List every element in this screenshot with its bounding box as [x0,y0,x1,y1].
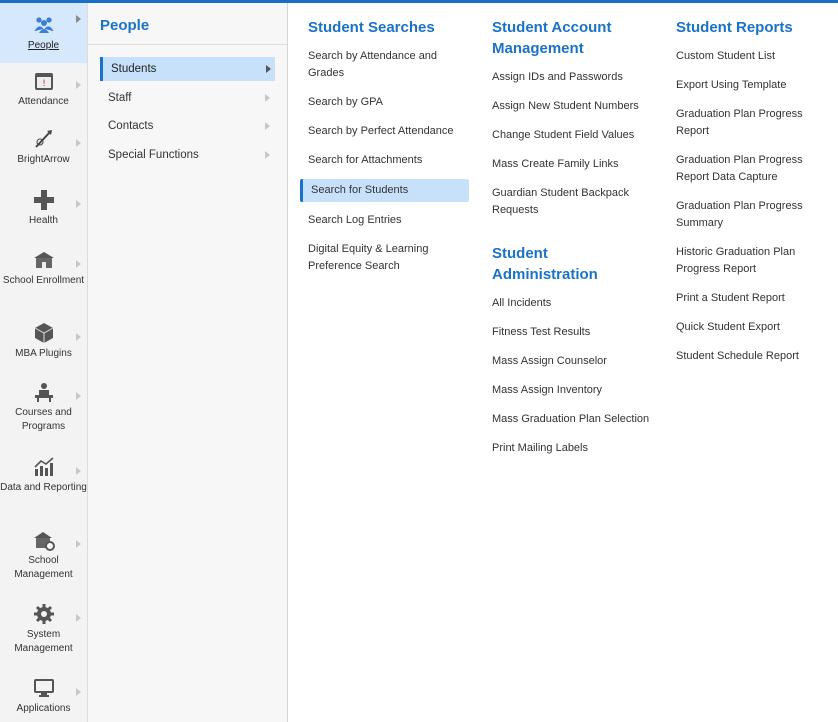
link-graduation-plan-progress-report[interactable]: Graduation Plan Progress Report [676,104,826,142]
link-assign-new-student-numbers[interactable]: Assign New Student Numbers [492,96,657,117]
nav-applications-label: Applications [16,703,71,714]
gear-icon [33,604,54,624]
link-search-gpa[interactable]: Search by GPA [308,92,473,113]
link-fitness-test-results[interactable]: Fitness Test Results [492,322,657,343]
school-gear-icon [33,532,55,551]
chevron-right-icon [265,151,270,159]
chevron-right-icon [265,94,270,102]
submenu-item-label: Special Functions [108,149,199,161]
main-nav-rail: People ! Attendance BrightArrow Health S… [0,3,88,722]
link-print-mailing-labels[interactable]: Print Mailing Labels [492,438,657,459]
link-digital-equity-search[interactable]: Digital Equity & Learning Preference Sea… [308,239,473,277]
link-student-schedule-report[interactable]: Student Schedule Report [676,346,826,367]
monitor-icon [33,679,54,697]
plugin-box-icon [34,323,53,343]
link-quick-student-export[interactable]: Quick Student Export [676,317,826,338]
nav-attendance-label: Attendance [18,96,69,107]
chevron-right-icon [76,467,81,475]
nav-applications[interactable]: Applications [0,676,87,722]
people-icon [34,17,53,33]
submenu-item-students[interactable]: Students [100,57,275,81]
submenu-item-label: Contacts [108,120,154,132]
student-reports-heading: Student Reports [676,19,793,36]
link-graduation-plan-summary[interactable]: Graduation Plan Progress Summary [676,196,826,234]
nav-health[interactable]: Health [0,188,87,242]
link-mass-assign-inventory[interactable]: Mass Assign Inventory [492,380,657,401]
submenu-item-contacts[interactable]: Contacts [100,114,274,138]
chart-icon [33,457,54,476]
link-all-incidents[interactable]: All Incidents [492,293,657,314]
chevron-right-icon [265,122,270,130]
nav-data-reporting-label: Data and Reporting [0,482,87,493]
nav-attendance[interactable]: ! Attendance [0,69,87,121]
school-icon [33,252,54,268]
link-mass-create-family-links[interactable]: Mass Create Family Links [492,154,657,175]
nav-health-label: Health [29,215,58,226]
chevron-right-icon [76,392,81,400]
nav-system-management[interactable]: System Management [0,602,87,664]
link-search-for-students[interactable]: Search for Students [300,179,469,202]
people-submenu: People Students Staff Contacts Special F… [88,3,288,722]
link-mass-graduation-plan-selection[interactable]: Mass Graduation Plan Selection [492,409,657,430]
link-search-attachments[interactable]: Search for Attachments [308,150,473,171]
link-print-student-report[interactable]: Print a Student Report [676,288,826,309]
nav-system-management-label: System Management [14,629,73,654]
nav-mba-plugins[interactable]: MBA Plugins [0,321,87,375]
nav-brightarrow[interactable]: BrightArrow [0,127,87,181]
nav-brightarrow-label: BrightArrow [17,154,70,165]
link-assign-ids-passwords[interactable]: Assign IDs and Passwords [492,67,657,88]
nav-courses-programs-label: Courses and Programs [15,407,72,432]
nav-school-management[interactable]: School Management [0,528,87,590]
student-account-column: Student Account Management Assign IDs an… [492,3,657,467]
divider [88,44,287,45]
nav-people-label: People [27,40,60,51]
link-search-perfect-attendance[interactable]: Search by Perfect Attendance [308,121,473,142]
link-guardian-backpack-requests[interactable]: Guardian Student Backpack Requests [492,183,657,221]
chevron-right-icon [76,81,81,89]
submenu-item-label: Staff [108,92,132,104]
chevron-right-icon [76,540,81,548]
submenu-item-staff[interactable]: Staff [100,86,274,110]
nav-courses-programs[interactable]: Courses and Programs [0,380,87,442]
chevron-right-icon [76,260,81,268]
link-custom-student-list[interactable]: Custom Student List [676,46,826,67]
student-account-heading: Student Account Management [492,19,612,57]
student-searches-heading: Student Searches [308,19,435,36]
svg-text:!: ! [42,79,46,89]
chevron-right-icon [76,139,81,147]
nav-school-management-label: School Management [14,555,73,580]
submenu-item-label: Students [111,63,157,75]
people-submenu-title: People [100,17,150,34]
health-icon [33,190,54,210]
student-reports-column: Student Reports Custom Student List Expo… [676,3,826,375]
submenu-item-special-functions[interactable]: Special Functions [100,143,274,167]
nav-mba-plugins-label: MBA Plugins [15,348,72,359]
chevron-right-icon [76,15,81,23]
link-mass-assign-counselor[interactable]: Mass Assign Counselor [492,351,657,372]
link-export-using-template[interactable]: Export Using Template [676,75,826,96]
student-administration-heading: Student Administration [492,245,598,283]
chevron-right-icon [76,200,81,208]
teacher-desk-icon [34,383,53,402]
chevron-right-icon [76,688,81,696]
brightarrow-icon [34,130,52,148]
chevron-right-icon [76,614,81,622]
link-graduation-plan-data-capture[interactable]: Graduation Plan Progress Report Data Cap… [676,150,826,188]
nav-people[interactable]: People [0,3,87,63]
link-search-log-entries[interactable]: Search Log Entries [308,210,473,231]
calendar-icon: ! [34,73,53,90]
link-change-student-field-values[interactable]: Change Student Field Values [492,125,657,146]
chevron-right-icon [266,65,271,73]
nav-school-enrollment[interactable]: School Enrollment [0,248,87,310]
nav-school-enrollment-label: School Enrollment [2,275,85,286]
link-historic-graduation-plan-report[interactable]: Historic Graduation Plan Progress Report [676,242,826,280]
nav-data-reporting[interactable]: Data and Reporting [0,455,87,517]
link-search-attendance-grades[interactable]: Search by Attendance and Grades [308,46,473,84]
student-searches-column: Student Searches Search by Attendance an… [300,3,473,285]
chevron-right-icon [76,333,81,341]
